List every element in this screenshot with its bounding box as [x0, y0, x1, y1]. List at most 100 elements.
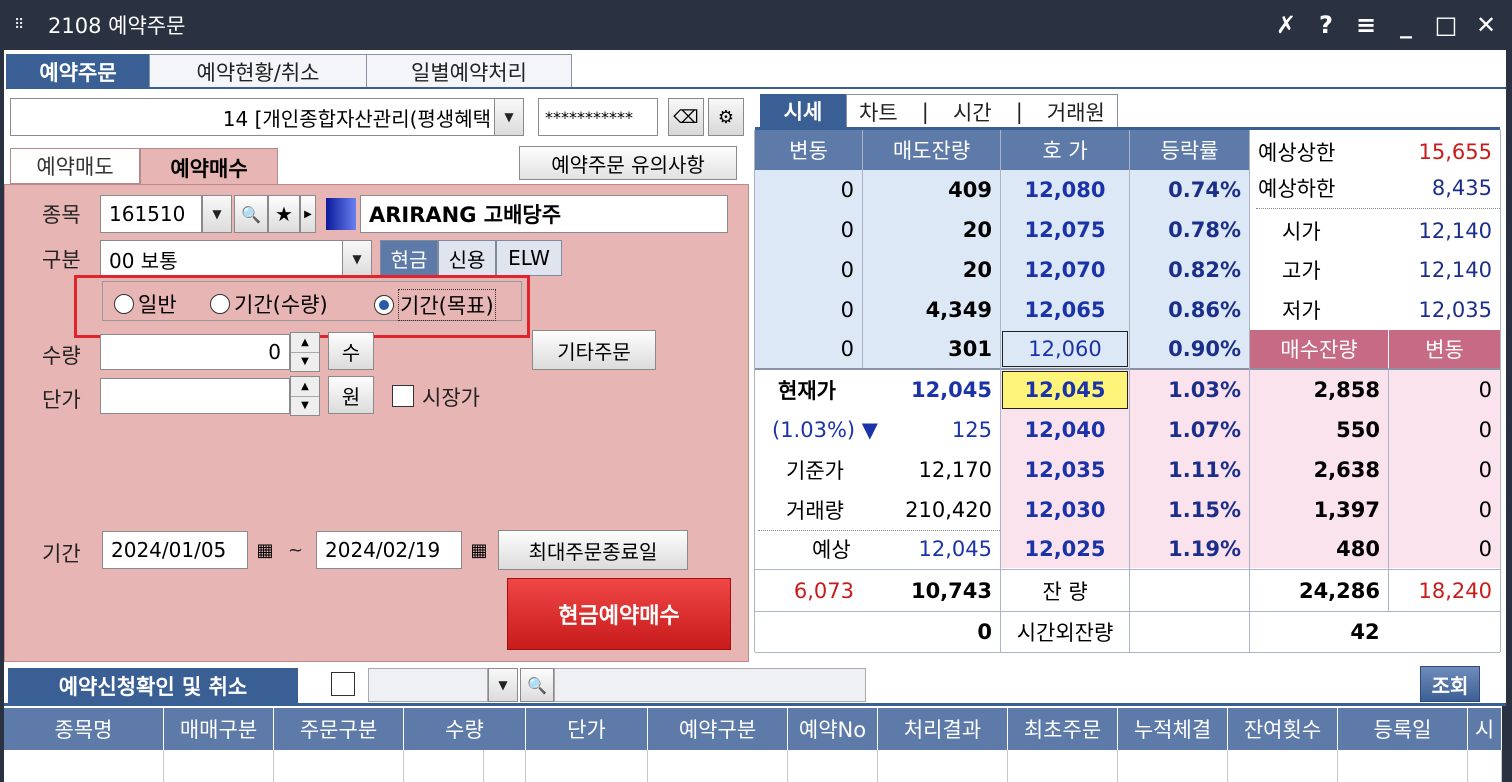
price-input[interactable]	[100, 378, 290, 414]
header-ask-qty: 매도잔량	[863, 130, 1000, 170]
tab-reserve-buy[interactable]: 예약매수	[140, 148, 278, 186]
bid-price[interactable]: 12,035	[1001, 450, 1129, 490]
price-unit-button[interactable]: 원	[328, 376, 374, 414]
ask-price[interactable]: 12,080	[1001, 170, 1129, 210]
ask-qty: 20	[962, 218, 992, 242]
stock-dropdown-icon[interactable]: ▼	[202, 195, 232, 233]
col-stock-name: 종목명	[4, 708, 164, 750]
side-label: 고가	[1282, 259, 1321, 283]
bid-rate: 1.11%	[1168, 458, 1241, 482]
tab-quote[interactable]: 시세	[760, 94, 846, 128]
account-dropdown-icon[interactable]: ▼	[494, 98, 524, 136]
password-field[interactable]: ***********	[538, 98, 658, 136]
stock-code-input[interactable]: 161510	[100, 195, 202, 233]
stock-name: ARIRANG 고배당주	[360, 195, 728, 233]
tab-chart[interactable]: 차트	[859, 97, 898, 127]
total-label: 잔 량	[1042, 579, 1088, 604]
after-ask-qty: 0	[977, 620, 992, 644]
col-qty: 수량	[404, 708, 526, 750]
minimize-icon[interactable]: _	[1394, 11, 1418, 39]
col-accum-exec: 누적체결	[1118, 708, 1228, 750]
radio-period-qty[interactable]: 기간(수량)	[210, 289, 328, 319]
ask-rate: 0.82%	[1168, 258, 1241, 282]
seg-cash[interactable]: 현금	[380, 240, 438, 276]
tab-reserve-status[interactable]: 예약현황/취소	[149, 54, 367, 88]
notice-button[interactable]: 예약주문 유의사항	[519, 146, 737, 180]
qty-input[interactable]: 0	[100, 334, 290, 370]
play-icon[interactable]: ▶	[300, 195, 316, 233]
order-type-select[interactable]: 00 보통	[100, 240, 344, 278]
gear-icon[interactable]: ⚙	[708, 98, 744, 136]
tab-daily-process[interactable]: 일별예약처리	[366, 54, 572, 88]
bid-price[interactable]: 12,045	[1002, 371, 1128, 409]
tab-reserve-order[interactable]: 예약주문	[6, 54, 150, 88]
order-type-dropdown-icon[interactable]: ▼	[342, 240, 372, 278]
market-price-checkbox[interactable]	[392, 385, 414, 407]
grip-icon: ⠿	[14, 17, 24, 33]
other-order-button[interactable]: 기타주문	[532, 330, 656, 370]
bid-price[interactable]: 12,030	[1001, 490, 1129, 530]
col-reserve-no: 예약No	[788, 708, 878, 750]
table-row[interactable]	[4, 750, 164, 782]
filter-text-input[interactable]	[554, 668, 866, 702]
title-bar: ⠿ 2108 예약주문 ✗ ? ≡ _ □ ✕	[0, 0, 1512, 50]
menu-icon[interactable]: ≡	[1354, 11, 1378, 39]
seg-elw[interactable]: ELW	[496, 240, 562, 276]
help-icon[interactable]: ?	[1314, 11, 1338, 39]
query-button[interactable]: 조회	[1420, 666, 1480, 702]
date-from-input[interactable]: 2024/01/05	[102, 531, 248, 569]
filter-checkbox[interactable]	[331, 672, 355, 696]
radio-period-target[interactable]: 기간(목표)	[374, 289, 496, 321]
search-icon[interactable]: 🔍	[234, 195, 268, 233]
qty-unit-button[interactable]: 수	[328, 332, 374, 370]
ask-price[interactable]: 12,065	[1001, 290, 1129, 330]
ask-rate: 0.86%	[1168, 298, 1241, 322]
tab-reserve-confirm[interactable]: 예약신청확인 및 취소	[8, 668, 298, 704]
left-value: 210,420	[905, 498, 992, 522]
bid-qty: 1,397	[1313, 498, 1380, 522]
bid-qty: 2,638	[1313, 458, 1380, 482]
side-value: 12,140	[1418, 258, 1492, 282]
ask-qty: 301	[948, 337, 992, 361]
filter-select[interactable]	[368, 668, 488, 702]
eraser-icon[interactable]: ⌫	[668, 98, 704, 136]
bid-qty: 2,858	[1313, 378, 1380, 402]
max-end-date-button[interactable]: 최대주문종료일	[498, 530, 688, 570]
price-stepper[interactable]: ▲ ▼	[290, 376, 320, 416]
bid-price[interactable]: 12,025	[1001, 530, 1129, 568]
bid-price[interactable]: 12,040	[1001, 410, 1129, 450]
bid-change: 0	[1478, 498, 1492, 522]
left-value: 12,045	[918, 537, 992, 561]
bid-rate: 1.07%	[1168, 418, 1241, 442]
side-value: 12,035	[1418, 298, 1492, 322]
tab-broker[interactable]: 거래원	[1047, 97, 1105, 127]
tab-time[interactable]: 시간	[953, 97, 992, 127]
calendar-icon[interactable]: ▦	[250, 531, 280, 569]
radio-normal[interactable]: 일반	[114, 289, 177, 319]
cash-reserve-buy-button[interactable]: 현금예약매수	[507, 578, 731, 650]
date-to-input[interactable]: 2024/02/19	[316, 531, 462, 569]
qty-stepper[interactable]: ▲ ▼	[290, 332, 320, 372]
account-select[interactable]: 14 [개인종합자산관리(평생혜택	[10, 98, 500, 136]
close-icon[interactable]: ✕	[1474, 11, 1498, 39]
maximize-icon[interactable]: □	[1434, 11, 1458, 39]
side-label: 저가	[1282, 299, 1321, 323]
ask-price[interactable]: 12,075	[1001, 210, 1129, 250]
ask-price[interactable]: 12,070	[1001, 250, 1129, 290]
seg-credit[interactable]: 신용	[438, 240, 496, 276]
left-label: 거래량	[786, 499, 844, 523]
side-value: 12,140	[1418, 219, 1492, 243]
col-trade-type: 매매구분	[164, 708, 274, 750]
side-label: 시가	[1282, 220, 1321, 244]
date-separator: ~	[288, 540, 304, 561]
pin-icon[interactable]: ✗	[1274, 11, 1298, 39]
filter-dropdown-icon[interactable]: ▼	[488, 668, 518, 702]
ask-price[interactable]: 12,060	[1002, 331, 1128, 367]
bid-rate: 1.19%	[1168, 537, 1241, 561]
tab-reserve-sell[interactable]: 예약매도	[10, 148, 140, 184]
after-label: 시간외잔량	[1016, 621, 1114, 645]
star-icon[interactable]: ★	[268, 195, 300, 233]
search-icon[interactable]: 🔍	[520, 668, 554, 702]
calendar-icon[interactable]: ▦	[464, 531, 494, 569]
col-first-order: 최초주문	[1008, 708, 1118, 750]
